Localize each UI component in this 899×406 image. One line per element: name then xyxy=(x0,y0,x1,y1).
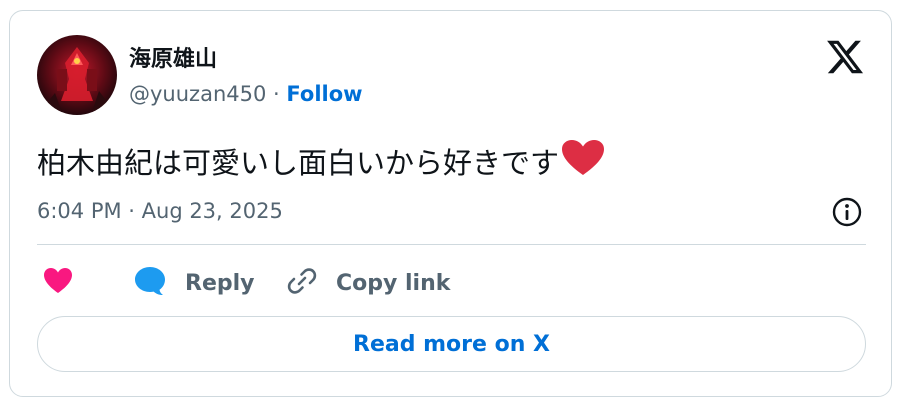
info-icon[interactable] xyxy=(831,196,863,228)
read-more-button[interactable]: Read more on X xyxy=(37,316,866,372)
divider xyxy=(37,244,866,245)
tweet-body: 柏木由紀は可愛いし面白いから好きです xyxy=(37,146,560,180)
red-heart-emoji-icon xyxy=(561,139,605,184)
separator-dot: · xyxy=(273,82,280,106)
reply-button[interactable]: Reply xyxy=(133,263,255,303)
copy-link-label: Copy link xyxy=(336,270,451,296)
reply-label: Reply xyxy=(185,270,255,296)
tweet-timestamp[interactable]: 6:04 PM · Aug 23, 2025 xyxy=(37,199,283,223)
avatar[interactable] xyxy=(37,35,117,115)
link-icon xyxy=(286,265,318,301)
x-logo-icon[interactable] xyxy=(825,37,865,77)
tweet-text: 柏木由紀は可愛いし面白いから好きです xyxy=(37,139,605,184)
reply-bubble-icon xyxy=(133,265,167,301)
heart-icon xyxy=(43,267,73,299)
follow-button[interactable]: Follow xyxy=(286,82,362,106)
tweet-embed-card: 海原雄山 @yuuzan450 · Follow 柏木由紀は可愛いし面白いから好… xyxy=(9,10,892,397)
author-display-name[interactable]: 海原雄山 xyxy=(129,41,217,73)
copy-link-button[interactable]: Copy link xyxy=(286,263,450,303)
like-button[interactable] xyxy=(43,263,73,303)
author-handle[interactable]: @yuuzan450 xyxy=(129,82,266,106)
author-handle-row: @yuuzan450 · Follow xyxy=(129,82,363,106)
